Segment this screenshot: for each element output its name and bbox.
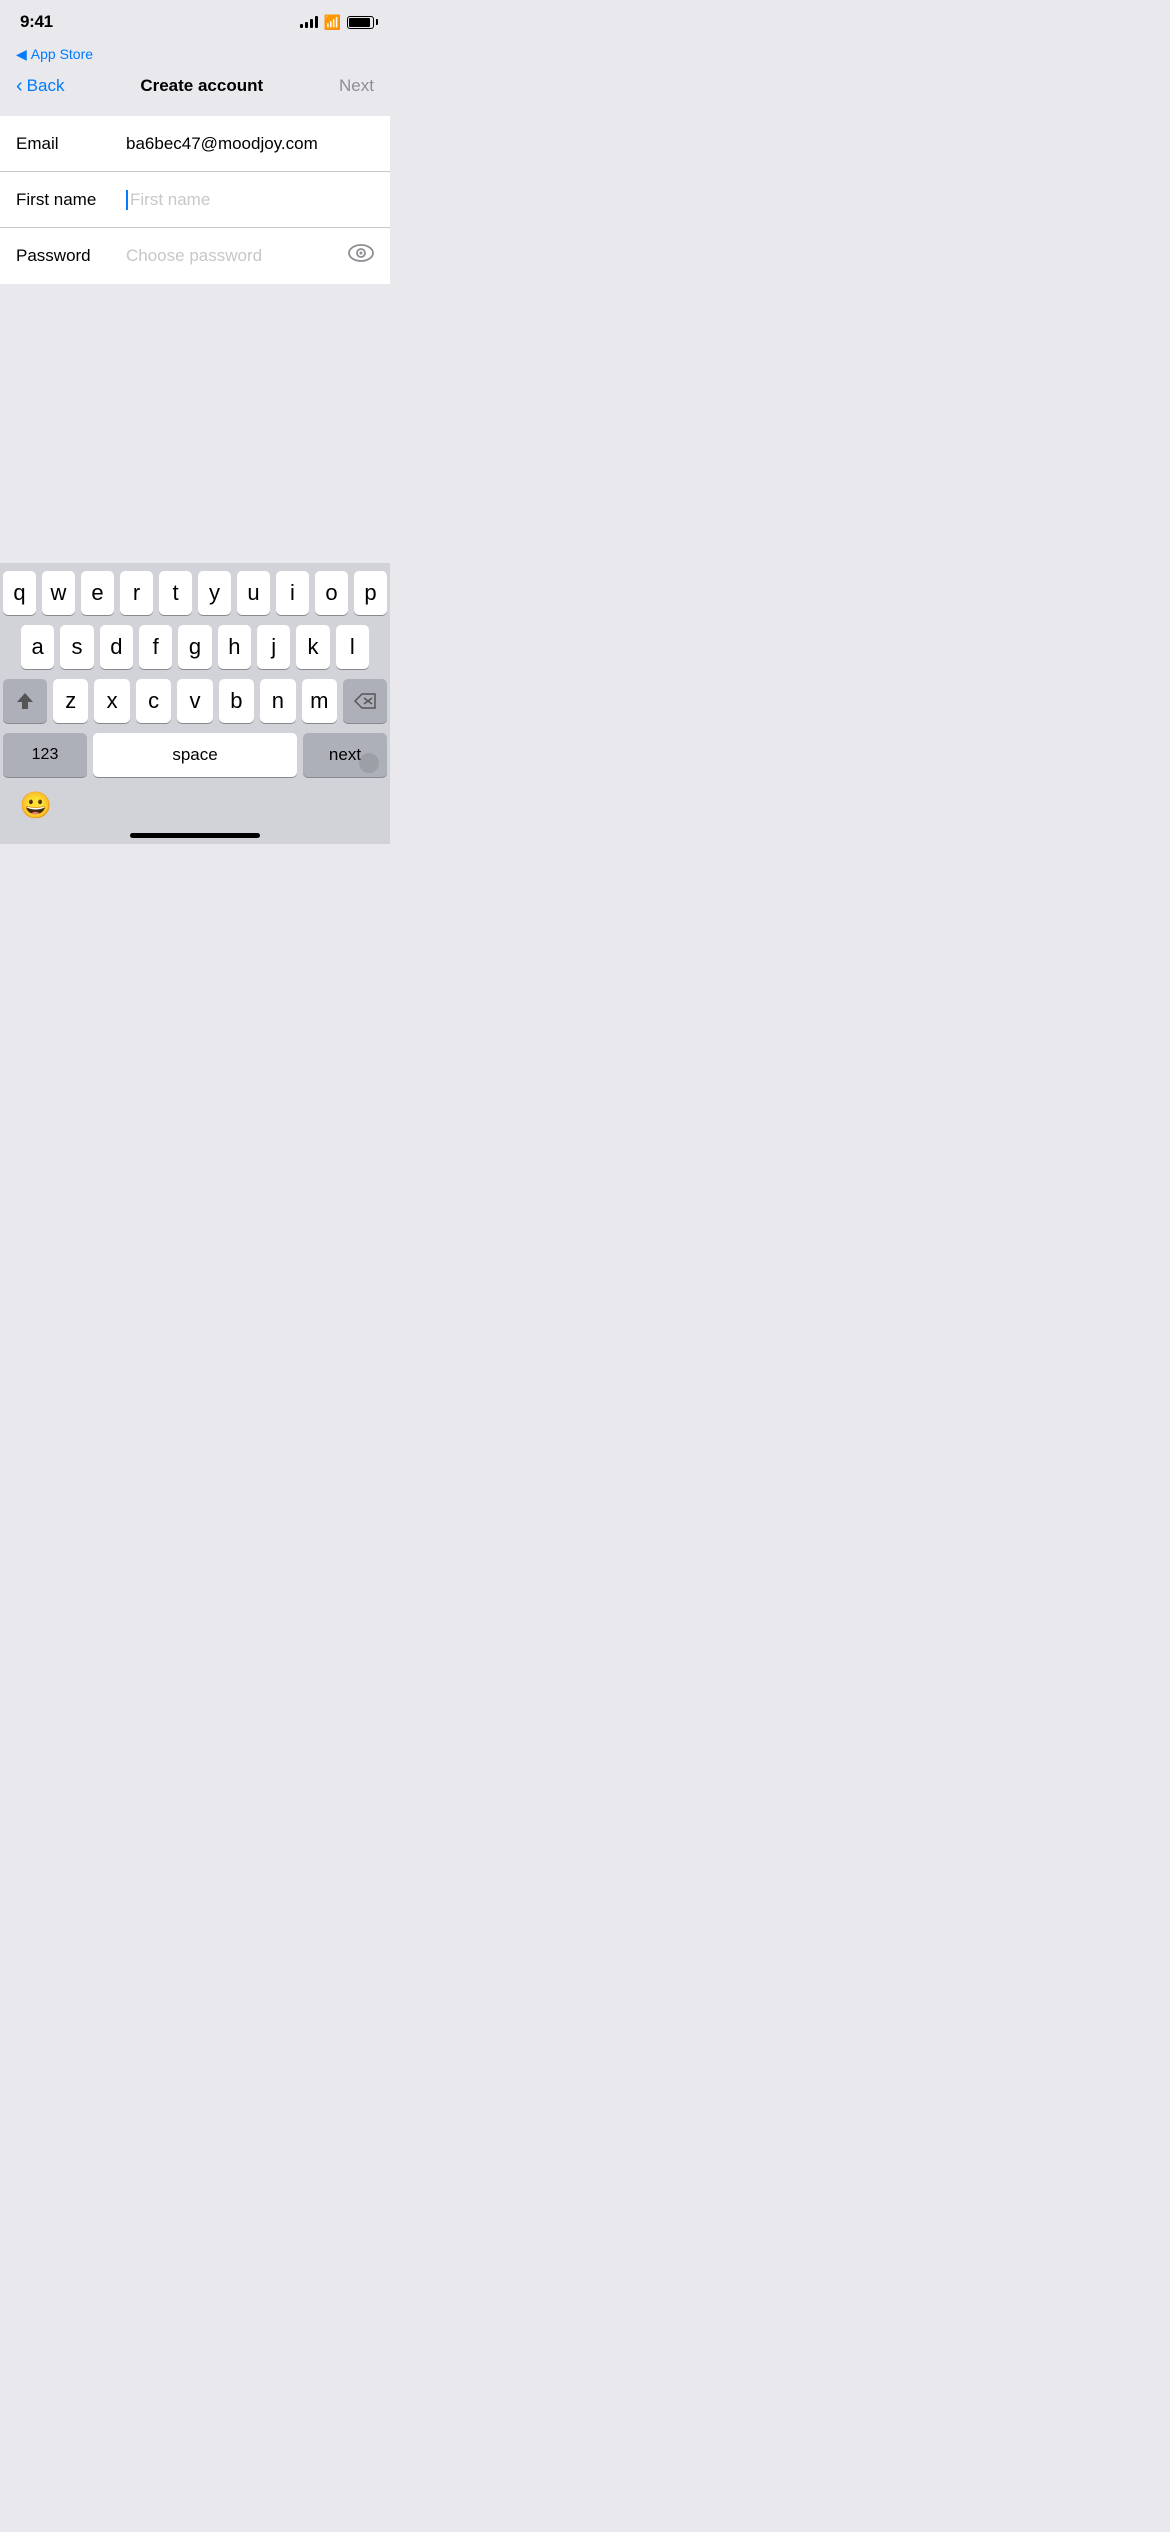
back-label: Back: [27, 76, 65, 96]
key-n[interactable]: n: [260, 679, 295, 723]
key-o[interactable]: o: [315, 571, 348, 615]
keyboard-row-3: z x c v b n m: [3, 679, 387, 723]
key-a[interactable]: a: [21, 625, 54, 669]
keyboard[interactable]: q w e r t y u i o p a s d f g h j k l: [0, 563, 390, 844]
first-name-label: First name: [16, 190, 126, 210]
status-bar: 9:41 📶: [0, 0, 390, 44]
key-q[interactable]: q: [3, 571, 36, 615]
key-k[interactable]: k: [296, 625, 329, 669]
password-toggle-icon[interactable]: [348, 243, 374, 269]
key-u[interactable]: u: [237, 571, 270, 615]
page-title: Create account: [140, 76, 263, 96]
signal-icon: [300, 16, 318, 28]
email-label: Email: [16, 134, 126, 154]
key-x[interactable]: x: [94, 679, 129, 723]
password-row-inner: [126, 243, 374, 269]
key-g[interactable]: g: [178, 625, 211, 669]
back-button[interactable]: ‹ Back: [16, 75, 64, 98]
keyboard-row-1: q w e r t y u i o p: [3, 571, 387, 615]
globe-icon: [359, 753, 379, 773]
keyboard-next-key[interactable]: next: [303, 733, 387, 777]
key-r[interactable]: r: [120, 571, 153, 615]
key-j[interactable]: j: [257, 625, 290, 669]
key-y[interactable]: y: [198, 571, 231, 615]
back-chevron-icon: ‹: [16, 75, 23, 98]
keyboard-bottom-bar: 😀: [0, 781, 390, 833]
app-store-back-button[interactable]: ◀ App Store: [16, 46, 93, 63]
space-key[interactable]: space: [93, 733, 297, 777]
home-indicator: [0, 833, 390, 844]
nav-bar: ‹ Back Create account Next: [0, 64, 390, 108]
key-d[interactable]: d: [100, 625, 133, 669]
form-container: Email ba6bec47@moodjoy.com First name Pa…: [0, 116, 390, 284]
key-s[interactable]: s: [60, 625, 93, 669]
key-b[interactable]: b: [219, 679, 254, 723]
password-input[interactable]: [126, 246, 348, 266]
status-time: 9:41: [20, 12, 53, 32]
first-name-input[interactable]: [126, 190, 374, 210]
next-button[interactable]: Next: [339, 76, 374, 96]
wifi-icon: 📶: [324, 14, 341, 31]
key-p[interactable]: p: [354, 571, 387, 615]
chevron-left-icon: ◀: [16, 46, 27, 63]
email-row: Email ba6bec47@moodjoy.com: [0, 116, 390, 172]
key-i[interactable]: i: [276, 571, 309, 615]
home-bar: [130, 833, 260, 838]
key-v[interactable]: v: [177, 679, 212, 723]
key-c[interactable]: c: [136, 679, 171, 723]
first-name-row[interactable]: First name: [0, 172, 390, 228]
key-f[interactable]: f: [139, 625, 172, 669]
key-h[interactable]: h: [218, 625, 251, 669]
key-e[interactable]: e: [81, 571, 114, 615]
gray-area: [0, 284, 390, 544]
shift-key[interactable]: [3, 679, 47, 723]
key-t[interactable]: t: [159, 571, 192, 615]
app-store-label: App Store: [31, 46, 93, 62]
keyboard-row-2: a s d f g h j k l: [3, 625, 387, 669]
emoji-button[interactable]: 😀: [16, 785, 56, 825]
numbers-key[interactable]: 123: [3, 733, 87, 777]
keyboard-rows: q w e r t y u i o p a s d f g h j k l: [0, 563, 390, 781]
email-value: ba6bec47@moodjoy.com: [126, 134, 318, 154]
key-z[interactable]: z: [53, 679, 88, 723]
password-label: Password: [16, 246, 126, 266]
battery-icon: [347, 16, 374, 29]
key-m[interactable]: m: [302, 679, 337, 723]
key-l[interactable]: l: [336, 625, 369, 669]
key-w[interactable]: w: [42, 571, 75, 615]
password-row[interactable]: Password: [0, 228, 390, 284]
app-store-nav: ◀ App Store: [0, 44, 390, 64]
keyboard-row-4: 123 space next: [3, 733, 387, 777]
delete-key[interactable]: [343, 679, 387, 723]
status-icons: 📶: [300, 14, 374, 31]
